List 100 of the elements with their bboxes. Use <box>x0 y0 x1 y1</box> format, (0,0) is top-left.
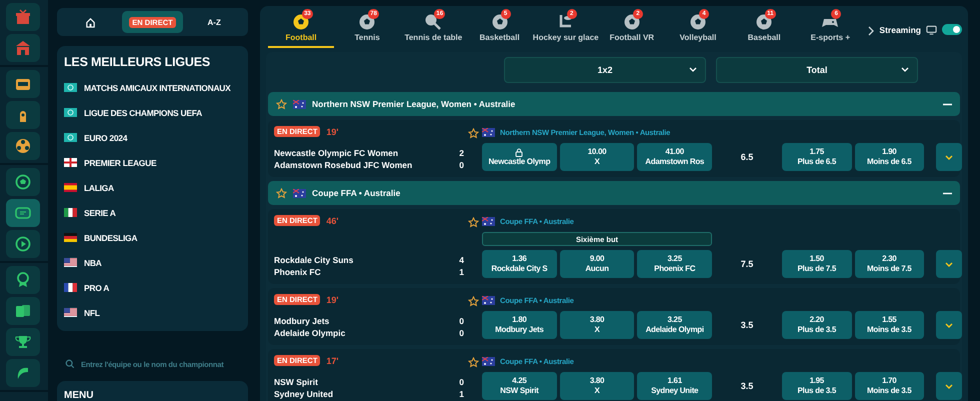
expand-button[interactable] <box>936 372 962 400</box>
odds-button[interactable]: 1.80 Modbury Jets <box>482 311 557 339</box>
match-minute: 19' <box>326 126 339 136</box>
score: 0 <box>459 159 464 171</box>
total-line: 3.5 <box>740 319 754 332</box>
chevron-down-icon <box>945 154 953 160</box>
odds-button[interactable]: 9.00 Aucun <box>560 250 634 278</box>
odds-button[interactable]: 1.90 Moins de 6.5 <box>854 143 924 171</box>
league-item[interactable]: MATCHS AMICAUX INTERNATIONAUX <box>64 75 242 100</box>
odds-button[interactable]: 4.25 NSW Spirit <box>482 372 557 400</box>
flag-icon <box>64 258 77 267</box>
sidebar-tab[interactable]: A-Z <box>183 11 246 33</box>
team-name: Sydney United <box>274 388 334 400</box>
odds-button[interactable]: 2.30 Moins de 7.5 <box>854 250 924 278</box>
league-title: Northern NSW Premier League, Women • Australie <box>312 99 516 109</box>
nav-button[interactable] <box>6 199 40 227</box>
lock-icon <box>515 148 524 156</box>
paddle-icon <box>424 13 442 31</box>
flag-icon <box>482 217 495 226</box>
flag-icon <box>482 296 495 305</box>
odds-button[interactable]: Newcastle Olymp <box>482 143 557 171</box>
flag-icon <box>64 208 77 217</box>
nav-button[interactable] <box>6 3 40 31</box>
league-item[interactable]: PRO A <box>64 275 242 300</box>
team-name: NSW Spirit <box>274 376 318 388</box>
ball-icon <box>755 13 774 31</box>
league-item[interactable]: NFL <box>64 300 242 325</box>
odds-button[interactable]: 10.00 X <box>560 143 634 171</box>
odds-button[interactable]: 41.00 Adamstown Ros <box>637 143 712 171</box>
score: 1 <box>459 266 464 278</box>
market-dropdown[interactable]: 1x2 <box>504 57 706 83</box>
market-dropdown[interactable]: Total <box>716 57 918 83</box>
odds-button[interactable]: 1.75 Plus de 6.5 <box>782 143 852 171</box>
odds-button[interactable]: 1.70 Moins de 3.5 <box>854 372 924 400</box>
league-item[interactable]: NBA <box>64 250 242 275</box>
flag-icon <box>482 357 495 366</box>
flag-icon <box>64 283 77 292</box>
nav-button[interactable] <box>6 297 40 325</box>
score: 2 <box>459 147 464 159</box>
league-item[interactable]: BUNDESLIGA <box>64 225 242 250</box>
odds-button[interactable]: 1.61 Sydney Unite <box>637 372 712 400</box>
odds-button[interactable]: 1.95 Plus de 3.5 <box>782 372 852 400</box>
star-icon[interactable] <box>468 217 478 228</box>
flag-icon <box>64 158 77 167</box>
flag-icon <box>64 133 77 142</box>
star-icon[interactable] <box>468 296 478 307</box>
score: 1 <box>459 388 464 400</box>
chevron-down-icon <box>945 262 953 266</box>
nav-button[interactable] <box>6 34 40 62</box>
nav-button[interactable] <box>6 328 40 356</box>
odds-button[interactable]: 3.80 X <box>560 311 634 339</box>
total-line: 7.5 <box>740 258 754 271</box>
flag-icon <box>64 108 77 117</box>
league-item[interactable]: EURO 2024 <box>64 125 242 150</box>
chevron-down-icon <box>945 384 953 388</box>
odds-button[interactable]: 2.20 Plus de 3.5 <box>782 311 852 339</box>
odds-button[interactable]: 3.25 Adelaide Olympi <box>637 311 712 339</box>
nav-button[interactable] <box>6 168 40 196</box>
odds-button[interactable]: 1.36 Rockdale City S <box>482 250 557 278</box>
league-item[interactable]: PREMIER LEAGUE <box>64 150 242 175</box>
league-item[interactable]: LIGUE DES CHAMPIONS UEFA <box>64 100 242 125</box>
nav-button[interactable] <box>6 359 40 387</box>
odds-button[interactable]: 1.55 Moins de 3.5 <box>854 311 924 339</box>
flag-icon <box>482 128 495 137</box>
nav-button[interactable] <box>6 132 40 160</box>
match-minute: 17' <box>326 356 339 366</box>
panel-title: LES MEILLEURS LIGUES <box>64 55 212 69</box>
score: 0 <box>459 327 464 339</box>
team-name: Newcastle Olympic FC Women <box>274 147 398 159</box>
flag-icon <box>293 188 306 198</box>
streaming-toggle[interactable] <box>942 24 962 35</box>
chevron-right-icon <box>867 26 876 36</box>
match-minute: 19' <box>326 294 339 304</box>
team-name: Phoenix FC <box>274 266 321 278</box>
chevron-down-icon <box>689 67 697 73</box>
odds-button[interactable]: 3.80 X <box>560 372 634 400</box>
monitor-icon <box>926 24 937 34</box>
expand-button[interactable] <box>936 250 962 278</box>
nav-button[interactable] <box>6 101 40 129</box>
star-icon[interactable] <box>468 128 478 139</box>
flag-icon <box>293 100 306 108</box>
expand-button[interactable] <box>936 143 962 171</box>
nav-button[interactable] <box>6 70 40 98</box>
league-item[interactable]: LALIGA <box>64 175 242 200</box>
score: 4 <box>459 254 464 266</box>
odds-button[interactable]: 3.25 Phoenix FC <box>637 250 712 278</box>
nav-button[interactable] <box>6 230 40 258</box>
flag-icon <box>64 83 77 92</box>
nav-button[interactable] <box>6 266 40 294</box>
expand-button[interactable] <box>936 311 962 339</box>
total-line: 3.5 <box>740 380 754 393</box>
league-title: Coupe FFA • Australie <box>312 188 400 198</box>
star-icon <box>276 188 287 198</box>
star-icon[interactable] <box>468 357 478 368</box>
team-name: Modbury Jets <box>274 315 330 327</box>
league-item[interactable]: SERIE A <box>64 200 242 225</box>
team-name: Rockdale City Suns <box>274 254 354 266</box>
odds-button[interactable]: 1.50 Plus de 7.5 <box>782 250 852 278</box>
team-name: Adelaide Olympic <box>274 327 346 339</box>
star-icon <box>276 98 287 110</box>
